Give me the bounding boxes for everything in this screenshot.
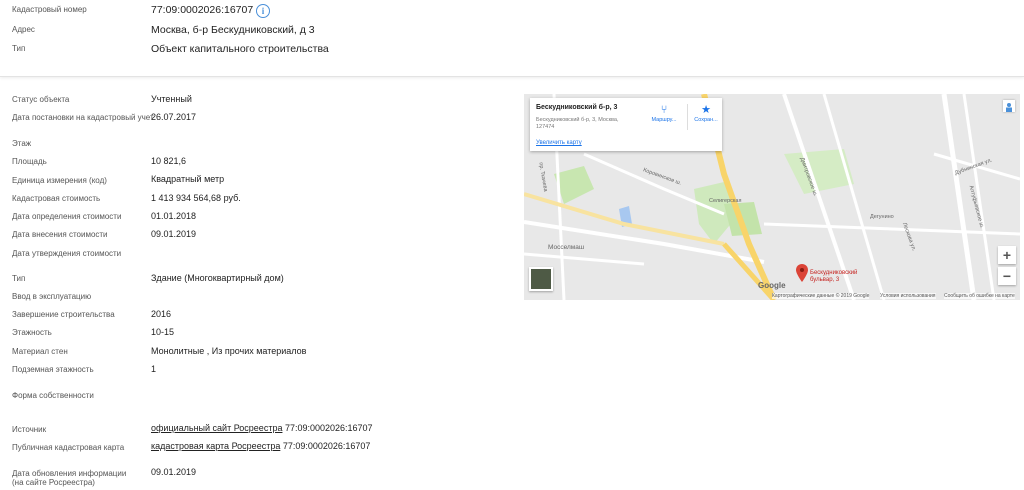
wall-material-value: Монолитные , Из прочих материалов	[151, 346, 307, 356]
pegman-icon[interactable]	[1003, 100, 1015, 112]
update-date-sublabel: (на сайте Росреестра)	[12, 478, 95, 487]
card-divider	[687, 104, 688, 130]
floors-label: Этажность	[12, 328, 52, 337]
terms-link[interactable]: Условия использования	[880, 293, 936, 299]
star-icon: ★	[701, 104, 711, 116]
source-label: Источник	[12, 425, 47, 434]
completion-label: Завершение строительства	[12, 310, 115, 319]
zoom-in-button[interactable]: +	[998, 246, 1016, 264]
cadastral-number-label: Кадастровый номер	[12, 5, 87, 14]
unit-value: Квадратный метр	[151, 174, 225, 184]
source-cadastral-number: 77:09:0002026:16707	[282, 423, 373, 433]
place-title: Бескудниковский б-р, 3	[536, 104, 618, 111]
type-value: Объект капитального строительства	[151, 43, 329, 55]
object-type-value: Здание (Многоквартирный дом)	[151, 273, 284, 283]
google-logo: Google	[758, 281, 786, 290]
completion-value: 2016	[151, 309, 172, 319]
registration-date-value: 26.07.2017	[151, 112, 197, 122]
value-date-value: 01.01.2018	[151, 211, 197, 221]
cadastral-value-label: Кадастровая стоимость	[12, 194, 101, 203]
unit-label: Единица измерения (код)	[12, 176, 107, 185]
commissioning-label: Ввод в эксплуатацию	[12, 292, 92, 301]
directions-label: Маршру...	[651, 117, 677, 123]
save-place-button[interactable]: ★ Сохран...	[690, 103, 722, 129]
floor-label: Этаж	[12, 139, 32, 148]
place-address: Бескудниковский б-р, 3, Москва, 127474	[536, 117, 619, 130]
underground-floors-label: Подземная этажность	[12, 365, 94, 374]
value-date-label: Дата определения стоимости	[12, 212, 122, 221]
source-value: официальный сайт Росреестра 77:09:000202…	[151, 423, 373, 434]
registration-date-label: Дата постановки на кадастровый учет	[12, 113, 154, 122]
address-label: Адрес	[12, 25, 35, 34]
cadastral-value-value: 1 413 934 564,68 руб.	[151, 193, 241, 203]
status-value: Учтенный	[151, 94, 192, 104]
enlarge-map-link[interactable]: Увеличить карту	[536, 140, 582, 146]
cadastral-number-value: 77:09:0002026:16707	[151, 4, 254, 16]
value-approval-date-label: Дата утверждения стоимости	[12, 249, 122, 258]
ownership-label: Форма собственности	[12, 391, 94, 400]
place-info-card: Бескудниковский б-р, 3 Бескудниковский б…	[530, 98, 722, 151]
info-icon[interactable]: i	[256, 4, 270, 18]
area-value: 10 821,6	[151, 156, 187, 166]
object-type-label: Тип	[12, 274, 26, 283]
value-entry-date-label: Дата внесения стоимости	[12, 230, 108, 239]
update-date-value: 09.01.2019	[151, 467, 197, 477]
report-error-link[interactable]: Сообщить об ошибке на карте	[944, 293, 1015, 299]
area-label: Площадь	[12, 157, 47, 166]
directions-icon: ⑂	[660, 104, 668, 116]
station-label: Дегунино	[870, 214, 894, 220]
satellite-toggle-button[interactable]	[529, 267, 553, 291]
marker-label-line2: бульвар, 3	[810, 277, 840, 283]
status-label: Статус объекта	[12, 95, 70, 104]
zoom-out-button[interactable]: −	[998, 267, 1016, 285]
save-place-label: Сохран...	[694, 117, 718, 123]
public-map-value: кадастровая карта Росреестра 77:09:00020…	[151, 441, 370, 452]
map-data-attribution: Картографические данные © 2019 Google	[772, 293, 870, 299]
underground-floors-value: 1	[151, 364, 157, 374]
map-widget[interactable]: Селигерская Мосселмаш Дегунино Коровинск…	[524, 94, 1020, 300]
public-map-label: Публичная кадастровая карта	[12, 443, 125, 452]
cadastral-map-link[interactable]: кадастровая карта Росреестра	[151, 441, 280, 451]
public-map-cadastral-number: 77:09:0002026:16707	[280, 441, 371, 451]
type-label: Тип	[12, 44, 26, 53]
directions-button[interactable]: ⑂ Маршру...	[648, 103, 680, 129]
value-entry-date-value: 09.01.2019	[151, 229, 197, 239]
location-marker-icon[interactable]	[796, 264, 808, 282]
station-label: Мосселмаш	[548, 244, 585, 251]
station-label: Селигерская	[709, 198, 742, 204]
floors-value: 10-15	[151, 327, 175, 337]
marker-label-line1: Бескудниковский	[810, 270, 858, 276]
address-value: Москва, б-р Бескудниковский, д 3	[151, 24, 315, 36]
wall-material-label: Материал стен	[12, 347, 68, 356]
rosreestr-site-link[interactable]: официальный сайт Росреестра	[151, 423, 282, 433]
